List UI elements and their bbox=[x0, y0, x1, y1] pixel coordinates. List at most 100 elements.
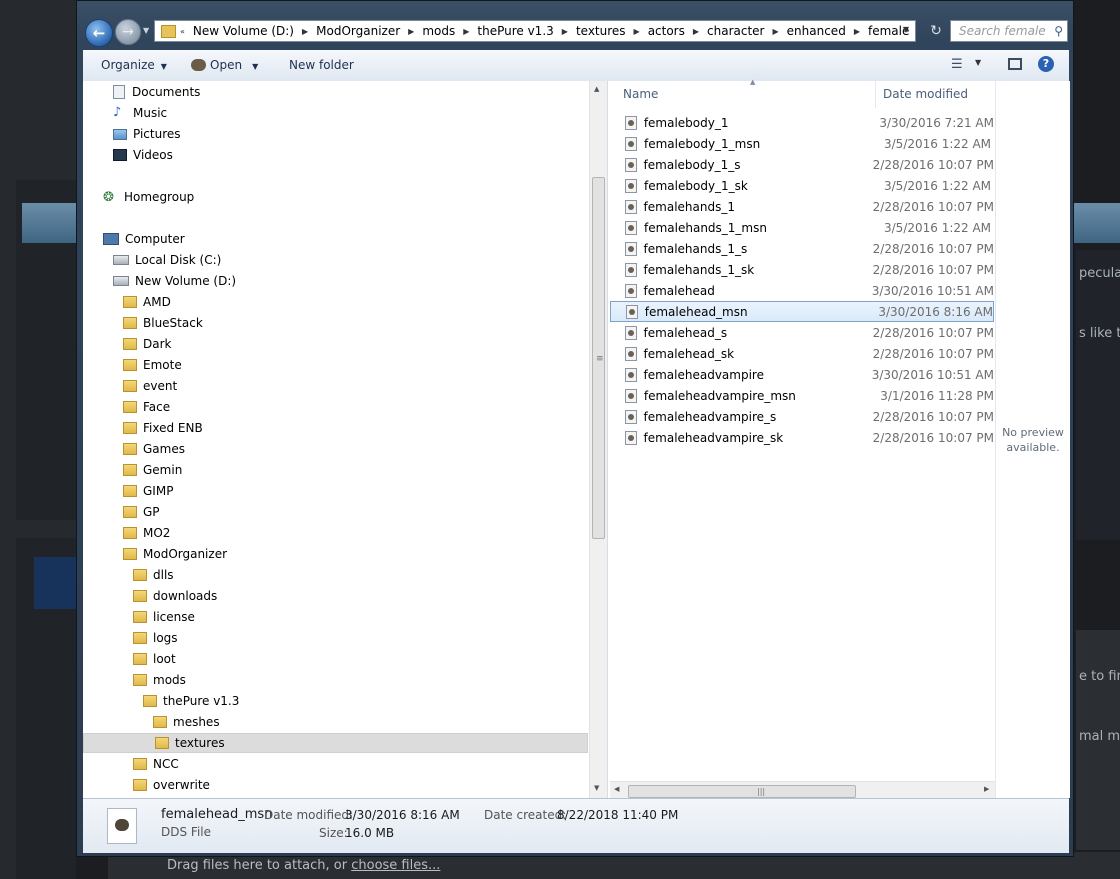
breadcrumb-item[interactable]: character bbox=[707, 24, 764, 38]
refresh-icon[interactable]: ↻ bbox=[924, 20, 948, 42]
nav-tree-item[interactable]: loot bbox=[133, 649, 176, 669]
file-row[interactable]: femaleheadvampire_msn 3/1/2016 11:28 PM bbox=[610, 385, 994, 406]
nav-tree-item[interactable]: Face bbox=[123, 397, 170, 417]
file-row[interactable]: femaleheadvampire_sk 2/28/2016 10:07 PM bbox=[610, 427, 994, 448]
search-input[interactable]: Search female ⚲ bbox=[950, 20, 1068, 42]
breadcrumb-item[interactable]: actors bbox=[648, 24, 685, 38]
nav-tree-item[interactable]: Documents bbox=[113, 82, 200, 102]
open-button[interactable]: Open ▼ bbox=[191, 58, 258, 72]
breadcrumb-separator-icon[interactable]: ▶ bbox=[463, 27, 469, 36]
nav-tree-item[interactable]: Gemin bbox=[123, 460, 182, 480]
scroll-left-arrow-icon[interactable]: ◀ bbox=[614, 785, 619, 793]
nav-tree-item[interactable]: thePure v1.3 bbox=[143, 691, 239, 711]
breadcrumb-item[interactable]: mods bbox=[422, 24, 455, 38]
nav-tree-item[interactable]: AMD bbox=[123, 292, 171, 312]
breadcrumb-item[interactable]: thePure v1.3 bbox=[477, 24, 553, 38]
nav-tree-item[interactable]: ♪ Music bbox=[113, 103, 167, 123]
breadcrumb-separator-icon[interactable]: ▶ bbox=[408, 27, 414, 36]
file-row[interactable]: femalehead_sk 2/28/2016 10:07 PM bbox=[610, 343, 994, 364]
search-icon[interactable]: ⚲ bbox=[1054, 24, 1063, 38]
file-name: femalebody_1_msn bbox=[644, 136, 761, 151]
recent-locations-dropdown[interactable]: ▼ bbox=[143, 26, 149, 35]
change-view-icon[interactable]: ☰ bbox=[951, 57, 965, 72]
breadcrumb-separator-icon[interactable]: ▶ bbox=[773, 27, 779, 36]
breadcrumb-separator-icon[interactable]: ▶ bbox=[854, 27, 860, 36]
file-row[interactable]: femalehands_1_sk 2/28/2016 10:07 PM bbox=[610, 259, 994, 280]
nav-tree-item[interactable]: overwrite bbox=[133, 775, 210, 795]
breadcrumb-item[interactable]: ModOrganizer bbox=[316, 24, 400, 38]
file-row[interactable]: femalehands_1 2/28/2016 10:07 PM bbox=[610, 196, 994, 217]
nav-tree-item[interactable]: textures bbox=[83, 733, 588, 753]
selected-file-name: femalehead_msn bbox=[161, 807, 273, 822]
scrollbar-thumb[interactable]: ||| bbox=[628, 785, 856, 798]
nav-tree-item[interactable]: New Volume (D:) bbox=[113, 271, 236, 291]
nav-tree-item[interactable]: license bbox=[133, 607, 195, 627]
nav-tree-item[interactable]: event bbox=[123, 376, 177, 396]
column-header-date-modified[interactable]: Date modified bbox=[876, 81, 996, 108]
nav-tree-item[interactable]: ❂ Homegroup bbox=[103, 187, 194, 207]
file-row[interactable]: femalehead_s 2/28/2016 10:07 PM bbox=[610, 322, 994, 343]
scroll-down-arrow-icon[interactable]: ▼ bbox=[594, 784, 599, 792]
nav-tree-item[interactable]: Emote bbox=[123, 355, 182, 375]
file-row[interactable]: femalebody_1 3/30/2016 7:21 AM bbox=[610, 112, 994, 133]
nav-tree-item[interactable]: ModOrganizer bbox=[123, 544, 227, 564]
nav-tree-item[interactable]: BlueStack bbox=[123, 313, 203, 333]
navigation-scrollbar[interactable]: ▲ ≡ ▼ bbox=[589, 81, 607, 798]
nav-tree-item[interactable]: dlls bbox=[133, 565, 174, 585]
file-row[interactable]: femaleheadvampire 3/30/2016 10:51 AM bbox=[610, 364, 994, 385]
file-row[interactable]: femalehead 3/30/2016 10:51 AM bbox=[610, 280, 994, 301]
scroll-right-arrow-icon[interactable]: ▶ bbox=[984, 785, 989, 793]
nav-tree-item[interactable]: mods bbox=[133, 670, 186, 690]
breadcrumb-separator-icon[interactable]: ▶ bbox=[693, 27, 699, 36]
file-row[interactable]: femaleheadvampire_s 2/28/2016 10:07 PM bbox=[610, 406, 994, 427]
pane-splitter[interactable] bbox=[607, 81, 608, 798]
scroll-up-arrow-icon[interactable]: ▲ bbox=[594, 85, 599, 93]
file-row[interactable]: femalebody_1_s 2/28/2016 10:07 PM bbox=[610, 154, 994, 175]
breadcrumb-item[interactable]: enhanced bbox=[787, 24, 846, 38]
nav-tree-item[interactable]: Pictures bbox=[113, 124, 181, 144]
nav-tree-item[interactable]: Fixed ENB bbox=[123, 418, 203, 438]
help-icon[interactable]: ? bbox=[1038, 56, 1054, 72]
back-button[interactable]: ← bbox=[85, 19, 113, 47]
file-row[interactable]: femalebody_1_sk 3/5/2016 1:22 AM bbox=[610, 175, 994, 196]
preview-line: No preview bbox=[1002, 426, 1064, 439]
nav-tree-item[interactable]: Games bbox=[123, 439, 185, 459]
file-name: femalehands_1 bbox=[643, 199, 735, 214]
address-row: ← → ▼ « New Volume (D:) ▶ ModOrganizer ▶ mod… bbox=[83, 18, 1069, 47]
view-options-dropdown[interactable]: ▼ bbox=[975, 58, 981, 67]
nav-tree-item[interactable]: GP bbox=[123, 502, 160, 522]
scrollbar-thumb[interactable]: ≡ bbox=[592, 177, 605, 539]
nav-tree-item[interactable]: NCC bbox=[133, 754, 179, 774]
forward-button[interactable]: → bbox=[115, 19, 141, 45]
nav-tree-item[interactable]: meshes bbox=[153, 712, 220, 732]
nav-tree-item[interactable]: GIMP bbox=[123, 481, 173, 501]
breadcrumb-separator-icon[interactable]: ▶ bbox=[634, 27, 640, 36]
nav-tree-item[interactable]: Local Disk (C:) bbox=[113, 250, 221, 270]
nav-tree-item[interactable]: Dark bbox=[123, 334, 171, 354]
new-folder-button[interactable]: New folder bbox=[289, 58, 354, 72]
chevron-down-icon[interactable]: ▼ bbox=[252, 62, 258, 71]
organize-button[interactable]: Organize ▼ bbox=[101, 58, 167, 72]
file-row[interactable]: femalehands_1_s 2/28/2016 10:07 PM bbox=[610, 238, 994, 259]
folder-icon bbox=[123, 506, 137, 518]
dds-file-icon bbox=[625, 178, 637, 193]
nav-tree-item[interactable]: MO2 bbox=[123, 523, 170, 543]
overflow-chevron-icon[interactable]: « bbox=[180, 27, 185, 36]
file-row[interactable]: femalebody_1_msn 3/5/2016 1:22 AM bbox=[610, 133, 994, 154]
breadcrumb-item[interactable]: New Volume (D:) bbox=[193, 24, 294, 38]
nav-tree-item[interactable]: downloads bbox=[133, 586, 217, 606]
address-dropdown-icon[interactable]: ▼ bbox=[903, 25, 909, 34]
breadcrumb-separator-icon[interactable]: ▶ bbox=[302, 27, 308, 36]
choose-files-link[interactable]: choose files... bbox=[351, 858, 440, 873]
breadcrumb-separator-icon[interactable]: ▶ bbox=[562, 27, 568, 36]
horizontal-scrollbar[interactable]: ◀ ||| ▶ bbox=[610, 781, 995, 799]
nav-tree-item[interactable]: Videos bbox=[113, 145, 173, 165]
file-row[interactable]: femalehands_1_msn 3/5/2016 1:22 AM bbox=[610, 217, 994, 238]
nav-tree-item[interactable]: logs bbox=[133, 628, 178, 648]
nav-tree-item[interactable]: Computer bbox=[103, 229, 185, 249]
preview-pane-icon[interactable] bbox=[1008, 58, 1022, 70]
column-header-name[interactable]: ▲ Name bbox=[610, 78, 876, 108]
breadcrumb-item[interactable]: textures bbox=[576, 24, 626, 38]
address-bar[interactable]: « New Volume (D:) ▶ ModOrganizer ▶ mods ▶ theP… bbox=[154, 20, 916, 42]
file-row[interactable]: femalehead_msn 3/30/2016 8:16 AM bbox=[610, 301, 994, 322]
